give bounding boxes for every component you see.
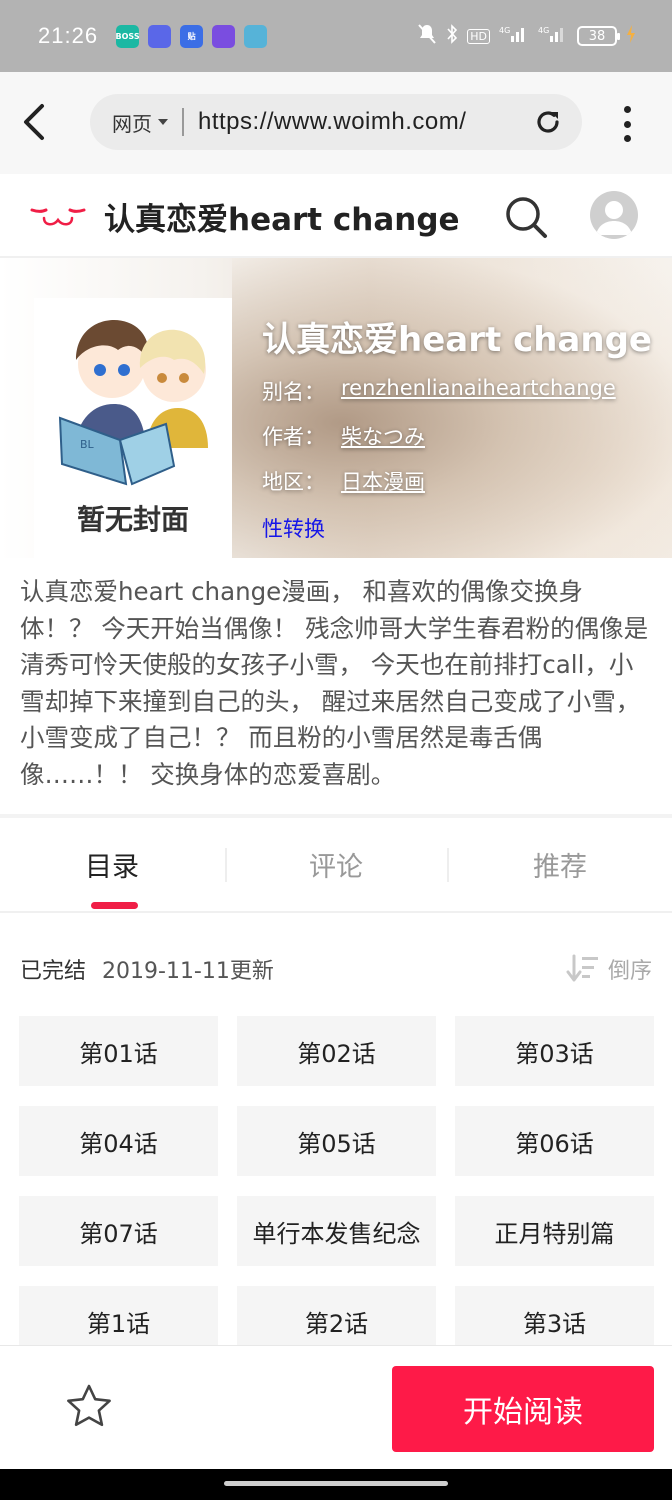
region-link[interactable]: 日本漫画 <box>341 466 425 496</box>
site-logo[interactable] <box>30 204 86 232</box>
chapter-item[interactable]: 单行本发售纪念 <box>237 1196 436 1266</box>
svg-text:4G: 4G <box>538 26 549 35</box>
favorite-button[interactable] <box>64 1382 114 1432</box>
system-nav-bar <box>0 1469 672 1500</box>
no-cover-illustration: BL <box>58 320 208 486</box>
caret-down-icon <box>158 119 168 125</box>
alias-link[interactable]: renzhenlianaiheartchange <box>341 376 616 406</box>
chapter-item[interactable]: 第02话 <box>237 1016 436 1086</box>
more-dot-icon <box>623 120 631 128</box>
chapter-item[interactable]: 正月特别篇 <box>455 1196 654 1266</box>
more-dot-icon <box>623 135 631 142</box>
svg-text:4G: 4G <box>499 26 510 35</box>
chapter-label: 第03话 <box>515 1039 594 1068</box>
back-arrow-icon <box>24 104 44 140</box>
chapter-item[interactable]: 第03话 <box>455 1016 654 1086</box>
chapter-label: 正月特别篇 <box>494 1219 615 1248</box>
comic-title: 认真恋爱heart change <box>262 320 652 360</box>
status-indicators: HD 4G 4G 38 <box>417 23 636 49</box>
url-separator <box>182 108 184 136</box>
author-link[interactable]: 柴なつみ <box>341 421 425 451</box>
home-gesture-handle[interactable] <box>224 1481 448 1486</box>
chapter-label: 第1话 <box>86 1309 151 1338</box>
search-icon <box>506 197 547 238</box>
author-label: 作者： <box>262 425 325 449</box>
author-row: 作者： 柴なつみ <box>262 421 652 451</box>
chapter-item[interactable]: 第01话 <box>19 1016 218 1086</box>
page-mode-label: 网页 <box>112 111 152 136</box>
chapter-item[interactable]: 第06话 <box>455 1106 654 1176</box>
more-dot-icon <box>623 106 631 113</box>
chapter-grid: 第01话 第02话 第03话 第04话 第05话 第06话 第07话 单行本发售… <box>19 1016 654 1356</box>
chapter-label: 第06话 <box>515 1129 594 1158</box>
sort-descending-icon <box>566 954 598 982</box>
box-app-icon <box>244 24 268 48</box>
boss-app-icon: BOSS <box>116 24 140 48</box>
battery-indicator: 38 <box>577 26 620 46</box>
chapter-label: 第3话 <box>522 1309 587 1338</box>
chapter-label: 第07话 <box>79 1219 158 1248</box>
purple-app-icon <box>212 24 236 48</box>
region-row: 地区： 日本漫画 <box>262 466 652 496</box>
reload-icon <box>537 111 559 133</box>
alias-row: 别名： renzhenlianaiheartchange <box>262 376 652 406</box>
chapter-label: 第05话 <box>297 1129 376 1158</box>
tab-catalog[interactable]: 目录 <box>0 818 224 911</box>
status-app-icons: BOSS 贴 <box>116 24 268 48</box>
tab-recommend[interactable]: 推荐 <box>448 818 672 911</box>
site-header: 认真恋爱heart change <box>0 174 672 258</box>
chapter-label: 第01话 <box>79 1039 158 1068</box>
region-label: 地区： <box>262 470 325 494</box>
bottom-action-bar: 开始阅读 <box>0 1345 672 1469</box>
mute-icon <box>417 23 437 49</box>
site-title: 认真恋爱heart change <box>104 202 460 238</box>
sort-label: 倒序 <box>607 959 652 984</box>
chapter-item[interactable]: 第04话 <box>19 1106 218 1176</box>
more-menu-button[interactable] <box>616 102 638 146</box>
logo-icon <box>30 208 86 226</box>
chapter-item[interactable]: 第05话 <box>237 1106 436 1176</box>
signal-icon-1: 4G <box>499 24 529 48</box>
back-button[interactable] <box>20 102 50 142</box>
user-icon <box>596 201 632 235</box>
chapter-label: 第02话 <box>297 1039 376 1068</box>
browser-toolbar: 网页 https://www.woimh.com/ <box>0 72 672 174</box>
reload-button[interactable] <box>532 106 564 138</box>
charging-icon <box>626 24 636 48</box>
page-mode-dropdown[interactable]: 网页 <box>112 108 168 137</box>
chapter-label: 单行本发售纪念 <box>252 1219 421 1248</box>
tab-comments[interactable]: 评论 <box>224 818 448 911</box>
bluetooth-icon <box>446 23 458 49</box>
user-avatar[interactable] <box>590 191 638 239</box>
svg-text:BL: BL <box>80 438 95 451</box>
status-bar: 21:26 BOSS 贴 HD 4G 4G 38 <box>0 0 672 72</box>
url-text[interactable]: https://www.woimh.com/ <box>198 108 466 136</box>
serial-status: 已完结 <box>20 959 87 984</box>
comic-description: 认真恋爱heart change漫画， 和喜欢的偶像交换身体！？ 今天开始当偶像… <box>20 577 649 789</box>
chapter-item[interactable]: 第07话 <box>19 1196 218 1266</box>
chapter-label: 第04话 <box>79 1129 158 1158</box>
alias-label: 别名： <box>262 380 325 404</box>
update-date: 2019-11-11更新 <box>102 959 274 984</box>
star-icon <box>67 1384 111 1427</box>
address-bar[interactable]: 网页 https://www.woimh.com/ <box>90 94 582 150</box>
sort-order-button[interactable]: 倒序 <box>564 953 652 985</box>
weather-app-icon <box>148 24 172 48</box>
comic-hero: BL 暂无封面 认真恋爱heart change 别名： renzhenlian… <box>0 258 672 558</box>
cover-placeholder-text: 暂无封面 <box>76 503 189 536</box>
tab-divider <box>225 848 227 882</box>
start-reading-button[interactable]: 开始阅读 <box>392 1366 654 1452</box>
comic-info: 认真恋爱heart change 别名： renzhenlianaiheartc… <box>262 312 652 543</box>
comic-cover[interactable]: BL 暂无封面 <box>34 298 232 558</box>
tab-divider <box>447 848 449 882</box>
signal-icon-2: 4G <box>538 24 568 48</box>
chapter-list-header: 已完结 2019-11-11更新 倒序 <box>20 952 652 986</box>
hd-icon: HD <box>467 28 490 44</box>
search-button[interactable] <box>502 194 550 240</box>
tieba-app-icon: 贴 <box>180 24 204 48</box>
chapter-label: 第2话 <box>304 1309 369 1338</box>
genre-tag-link[interactable]: 性转换 <box>262 513 652 543</box>
content-tabs: 目录 评论 推荐 <box>0 818 672 913</box>
status-time: 21:26 <box>38 23 99 48</box>
